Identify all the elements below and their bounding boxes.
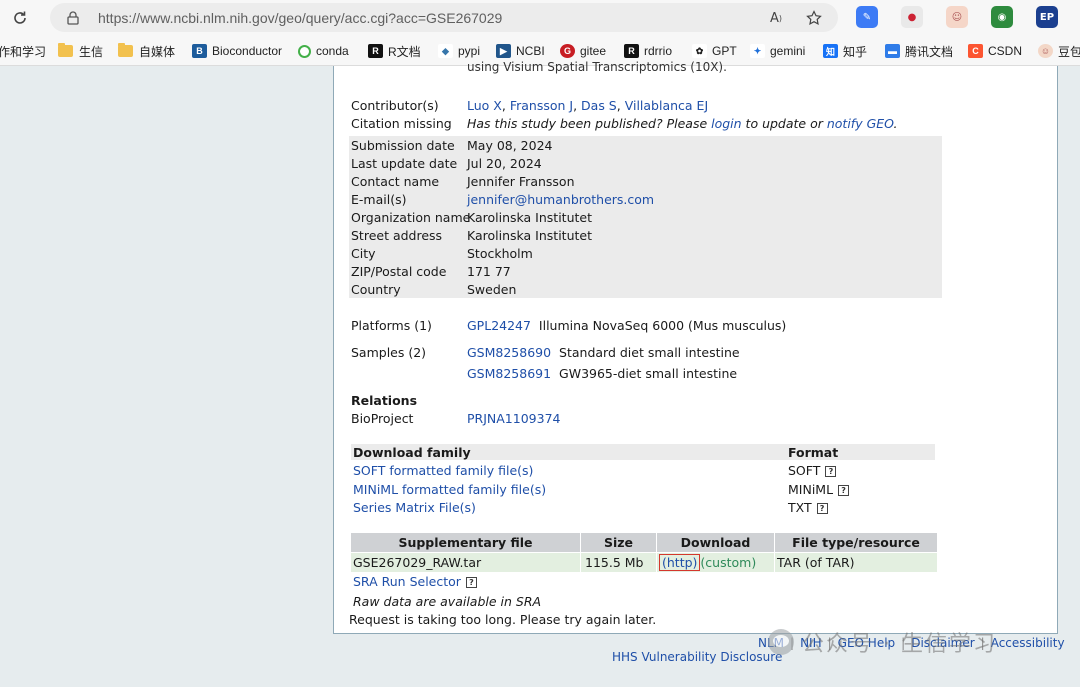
supplementary-table-header: Supplementary file Size Download File ty… — [351, 533, 937, 552]
ncbi-icon: ▶ — [496, 44, 511, 58]
gitee-icon: G — [560, 44, 575, 58]
hhs-vulnerability-link[interactable]: HHS Vulnerability Disclosure — [612, 650, 782, 664]
folder-icon — [118, 43, 133, 57]
watermark: 公众号 · 生信学习 — [768, 626, 997, 658]
globe-extension-icon[interactable]: ◉ — [991, 6, 1013, 28]
notify-geo-link[interactable]: notify GEO — [827, 116, 894, 131]
folder-icon — [58, 43, 73, 57]
extension-icon[interactable]: ✎ — [856, 6, 878, 28]
soft-family-link[interactable]: SOFT formatted family file(s) — [353, 463, 533, 478]
bookmark-item[interactable]: Ggitee — [560, 42, 606, 60]
screen-capture-icon[interactable]: ● — [901, 6, 923, 28]
table-row: GSE267029_RAW.tar 115.5 Mb (http) (custom… — [351, 553, 937, 572]
bookmark-item[interactable]: ✦ gemini — [750, 42, 805, 60]
contributor-link[interactable]: Villablanca EJ — [625, 98, 708, 113]
conda-icon — [298, 44, 311, 58]
bioconductor-icon: B — [192, 44, 207, 58]
bookmark-item[interactable]: conda — [298, 42, 349, 60]
site-info-icon[interactable] — [67, 10, 81, 25]
platform-link[interactable]: GPL24247 — [467, 318, 531, 333]
watermark-text: 公众号 · 生信学习 — [802, 632, 997, 657]
contributor-link[interactable]: Das S — [581, 98, 617, 113]
column-header: Supplementary file — [351, 533, 580, 552]
format-heading: Format — [788, 445, 839, 460]
bookmark-item[interactable]: B Bioconductor — [192, 42, 282, 60]
bookmark-item[interactable]: 知知乎 — [823, 42, 867, 60]
favorite-star-icon[interactable] — [804, 8, 824, 28]
help-icon[interactable]: ? — [825, 466, 837, 477]
read-aloud-icon[interactable]: A) — [766, 8, 786, 28]
browser-toolbar: https://www.ncbi.nlm.nih.gov/geo/query/a… — [0, 0, 1080, 36]
timeout-message: Request is taking too long. Please try a… — [349, 612, 657, 627]
r-icon: R — [368, 44, 383, 58]
bookmark-item[interactable]: ✿ GPT — [692, 42, 737, 60]
http-download-link[interactable]: (http) — [659, 554, 701, 571]
miniml-family-link[interactable]: MINiML formatted family file(s) — [353, 482, 546, 497]
file-type: TAR (of TAR) — [775, 553, 937, 572]
email-link[interactable]: jennifer@humanbrothers.com — [467, 192, 654, 207]
reload-icon[interactable] — [9, 7, 31, 29]
file-name: GSE267029_RAW.tar — [351, 553, 580, 572]
bioproject-link[interactable]: PRJNA1109374 — [467, 411, 560, 426]
bookmark-item[interactable]: 自媒体 — [118, 42, 175, 60]
download-family-heading: Download family — [353, 445, 471, 460]
bookmark-item[interactable]: 生信 — [58, 42, 103, 60]
sra-run-selector-link[interactable]: SRA Run Selector — [353, 574, 461, 589]
login-link[interactable]: login — [711, 116, 741, 131]
tencent-docs-icon: ▬ — [885, 44, 900, 58]
pypi-icon: ◆ — [438, 44, 453, 58]
zhihu-icon: 知 — [823, 44, 838, 58]
contributor-link[interactable]: Luo X — [467, 98, 502, 113]
bookmark-item[interactable]: C CSDN — [968, 42, 1022, 60]
bookmark-item[interactable]: ◆ pypi — [438, 42, 480, 60]
wechat-logo-icon — [768, 629, 794, 655]
custom-download-link[interactable]: (custom) — [700, 555, 756, 570]
file-size: 115.5 Mb — [581, 553, 656, 572]
gemini-icon: ✦ — [750, 44, 765, 58]
column-header: File type/resource — [775, 533, 937, 552]
openai-icon: ✿ — [692, 44, 707, 58]
bookmark-item[interactable]: 作和学习 — [0, 42, 46, 60]
avatar-extension-icon[interactable]: ☺ — [946, 6, 968, 28]
bookmark-item[interactable]: ▶ NCBI — [496, 42, 545, 60]
footer-link-accessibility[interactable]: Accessibility — [991, 636, 1065, 650]
relations-heading: Relations — [351, 393, 418, 408]
sample-link[interactable]: GSM8258690 — [467, 345, 551, 360]
bookmark-item[interactable]: R R文档 — [368, 42, 421, 60]
help-icon[interactable]: ? — [465, 577, 477, 588]
csdn-icon: C — [968, 44, 983, 58]
geo-series-panel: using Visium Spatial Transcriptomics (10… — [333, 60, 1058, 634]
url-text[interactable]: https://www.ncbi.nlm.nih.gov/geo/query/a… — [98, 10, 502, 26]
bookmark-item[interactable]: ☺ 豆包 — [1038, 42, 1080, 60]
r-icon: R — [624, 44, 639, 58]
help-icon[interactable]: ? — [838, 485, 850, 496]
column-header: Size — [581, 533, 656, 552]
summary-fragment: using Visium Spatial Transcriptomics (10… — [467, 60, 727, 74]
bookmark-item[interactable]: ▬ 腾讯文档 — [885, 42, 953, 60]
column-header: Download — [657, 533, 774, 552]
contributor-link[interactable]: Fransson J — [510, 98, 573, 113]
bookmark-item[interactable]: Rrdrrio — [624, 42, 672, 60]
doubao-icon: ☺ — [1038, 44, 1053, 58]
sample-link[interactable]: GSM8258691 — [467, 366, 551, 381]
help-icon[interactable]: ? — [816, 503, 828, 514]
raw-data-note: Raw data are available in SRA — [353, 594, 542, 609]
ep-extension-icon[interactable]: EP — [1036, 6, 1058, 28]
series-matrix-link[interactable]: Series Matrix File(s) — [353, 500, 476, 515]
address-bar[interactable]: https://www.ncbi.nlm.nih.gov/geo/query/a… — [50, 3, 838, 32]
